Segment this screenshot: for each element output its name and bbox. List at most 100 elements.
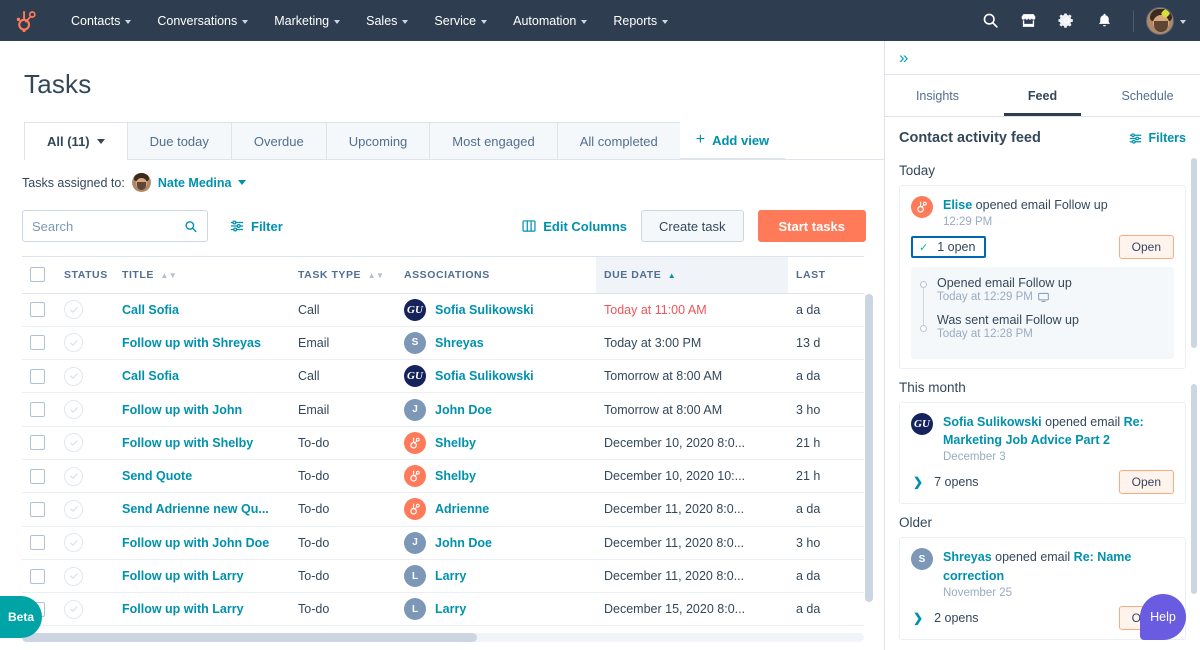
column-header-status[interactable]: STATUS xyxy=(56,257,114,293)
select-all-checkbox[interactable] xyxy=(30,267,45,282)
row-checkbox[interactable] xyxy=(30,302,45,317)
association-link[interactable]: John Doe xyxy=(435,403,492,417)
assigned-owner[interactable]: Nate Medina xyxy=(158,176,232,190)
task-title-link[interactable]: Follow up with Shelby xyxy=(122,436,253,450)
table-row[interactable]: Call SofiaCallGUSofia SulikowskiTomorrow… xyxy=(22,360,864,393)
mark-complete-icon[interactable] xyxy=(64,533,83,552)
mark-complete-icon[interactable] xyxy=(64,333,83,352)
marketplace-icon[interactable] xyxy=(1011,4,1045,38)
beta-badge-tab[interactable]: Beta xyxy=(0,596,42,638)
tab-insights[interactable]: Insights xyxy=(885,75,990,116)
table-row[interactable]: Follow up with John DoeTo-doJJohn DoeDec… xyxy=(22,526,864,559)
nav-item-sales[interactable]: Sales xyxy=(353,0,421,41)
tab-most-engaged[interactable]: Most engaged xyxy=(429,122,556,159)
association-link[interactable]: Larry xyxy=(435,602,466,616)
feed-body[interactable]: Today Elise xyxy=(885,152,1200,650)
task-title-link[interactable]: Call Sofia xyxy=(122,369,179,383)
opens-toggle[interactable]: ❯ 2 opens xyxy=(911,611,979,625)
table-row[interactable]: Follow up with JohnEmailJJohn DoeTomorro… xyxy=(22,393,864,426)
table-row[interactable]: Follow up with ShelbyTo-doShelbyDecember… xyxy=(22,426,864,459)
table-row[interactable]: Follow up with LarryTo-doLLarryDecember … xyxy=(22,559,864,592)
task-title-link[interactable]: Send Adrienne new Qu... xyxy=(122,502,269,516)
nav-item-conversations[interactable]: Conversations xyxy=(144,0,261,41)
nav-item-service[interactable]: Service xyxy=(421,0,500,41)
row-checkbox[interactable] xyxy=(30,435,45,450)
table-row[interactable]: Follow up with LarryTo-doLLarryDecember … xyxy=(22,593,864,626)
open-button[interactable]: Open xyxy=(1119,470,1174,494)
search-icon[interactable] xyxy=(973,4,1007,38)
tab-due-today[interactable]: Due today xyxy=(127,122,231,159)
tab-feed[interactable]: Feed xyxy=(990,75,1095,116)
task-title-link[interactable]: Follow up with Larry xyxy=(122,569,244,583)
table-row[interactable]: Send QuoteTo-doShelbyDecember 10, 2020 1… xyxy=(22,459,864,492)
mark-complete-icon[interactable] xyxy=(64,500,83,519)
mark-complete-icon[interactable] xyxy=(64,367,83,386)
mark-complete-icon[interactable] xyxy=(64,433,83,452)
task-title-link[interactable]: Follow up with John xyxy=(122,403,242,417)
edit-columns-button[interactable]: Edit Columns xyxy=(522,219,627,234)
tab-all[interactable]: All (11) xyxy=(24,122,127,159)
row-checkbox[interactable] xyxy=(30,335,45,350)
help-button[interactable]: Help xyxy=(1140,594,1186,640)
create-task-button[interactable]: Create task xyxy=(641,210,743,242)
task-title-link[interactable]: Follow up with Larry xyxy=(122,602,244,616)
mark-complete-icon[interactable] xyxy=(64,567,83,586)
mark-complete-icon[interactable] xyxy=(64,300,83,319)
filter-button[interactable]: Filter xyxy=(230,219,283,234)
opens-toggle-focused[interactable]: ✓ 1 open xyxy=(911,236,986,258)
feed-scrollbar-lower[interactable] xyxy=(1191,384,1197,594)
feed-card-this-month[interactable]: GU Sofia Sulikowski opened email Re: Mar… xyxy=(899,402,1186,504)
association-link[interactable]: Adrienne xyxy=(435,502,489,516)
association-link[interactable]: Shelby xyxy=(435,436,476,450)
add-view-button[interactable]: + Add view xyxy=(680,122,785,159)
mark-complete-icon[interactable] xyxy=(64,400,83,419)
feed-scrollbar-upper[interactable] xyxy=(1191,158,1197,348)
row-checkbox[interactable] xyxy=(30,502,45,517)
table-vertical-scrollbar[interactable] xyxy=(865,294,873,624)
row-checkbox[interactable] xyxy=(30,535,45,550)
task-title-link[interactable]: Follow up with John Doe xyxy=(122,536,269,550)
row-checkbox[interactable] xyxy=(30,402,45,417)
feed-actor[interactable]: Shreyas xyxy=(943,550,992,564)
open-button[interactable]: Open xyxy=(1119,235,1174,259)
start-tasks-button[interactable]: Start tasks xyxy=(758,210,866,242)
nav-item-marketing[interactable]: Marketing xyxy=(261,0,353,41)
opens-toggle[interactable]: ❯ 7 opens xyxy=(911,475,979,489)
column-header-last[interactable]: LAST xyxy=(788,257,864,293)
association-link[interactable]: Sofia Sulikowski xyxy=(435,303,534,317)
nav-item-automation[interactable]: Automation xyxy=(500,0,600,41)
table-horizontal-scrollbar[interactable] xyxy=(22,633,864,642)
feed-card-today[interactable]: Elise opened email Follow up 12:29 PM ✓ … xyxy=(899,185,1186,369)
tab-schedule[interactable]: Schedule xyxy=(1095,75,1200,116)
association-link[interactable]: John Doe xyxy=(435,536,492,550)
task-title-link[interactable]: Send Quote xyxy=(122,469,192,483)
search-input-wrapper[interactable] xyxy=(22,210,208,242)
task-title-link[interactable]: Call Sofia xyxy=(122,303,179,317)
column-header-associations[interactable]: ASSOCIATIONS xyxy=(396,257,596,293)
column-header-task-type[interactable]: TASK TYPE ▲▼ xyxy=(290,257,396,293)
feed-actor[interactable]: Sofia Sulikowski xyxy=(943,415,1042,429)
nav-item-reports[interactable]: Reports xyxy=(600,0,681,41)
settings-gear-icon[interactable] xyxy=(1049,4,1083,38)
feed-actor[interactable]: Elise xyxy=(943,198,972,212)
hubspot-sprocket-logo-icon[interactable] xyxy=(14,8,40,34)
association-link[interactable]: Shelby xyxy=(435,469,476,483)
column-header-due-date[interactable]: DUE DATE ▲ xyxy=(596,257,788,293)
search-input[interactable] xyxy=(32,219,184,234)
table-row[interactable]: Call SofiaCallGUSofia SulikowskiToday at… xyxy=(22,293,864,326)
association-link[interactable]: Larry xyxy=(435,569,466,583)
tab-all-completed[interactable]: All completed xyxy=(557,122,680,159)
user-avatar-menu[interactable] xyxy=(1146,7,1186,35)
search-icon[interactable] xyxy=(184,219,198,234)
mark-complete-icon[interactable] xyxy=(64,467,83,486)
row-checkbox[interactable] xyxy=(30,569,45,584)
feed-filters-button[interactable]: Filters xyxy=(1129,131,1186,145)
task-title-link[interactable]: Follow up with Shreyas xyxy=(122,336,261,350)
mark-complete-icon[interactable] xyxy=(64,600,83,619)
association-link[interactable]: Sofia Sulikowski xyxy=(435,369,534,383)
association-link[interactable]: Shreyas xyxy=(435,336,484,350)
double-chevron-right-icon[interactable]: » xyxy=(899,49,905,66)
column-header-title[interactable]: TITLE ▲▼ xyxy=(114,257,290,293)
tab-overdue[interactable]: Overdue xyxy=(231,122,326,159)
notifications-bell-icon[interactable] xyxy=(1087,4,1121,38)
